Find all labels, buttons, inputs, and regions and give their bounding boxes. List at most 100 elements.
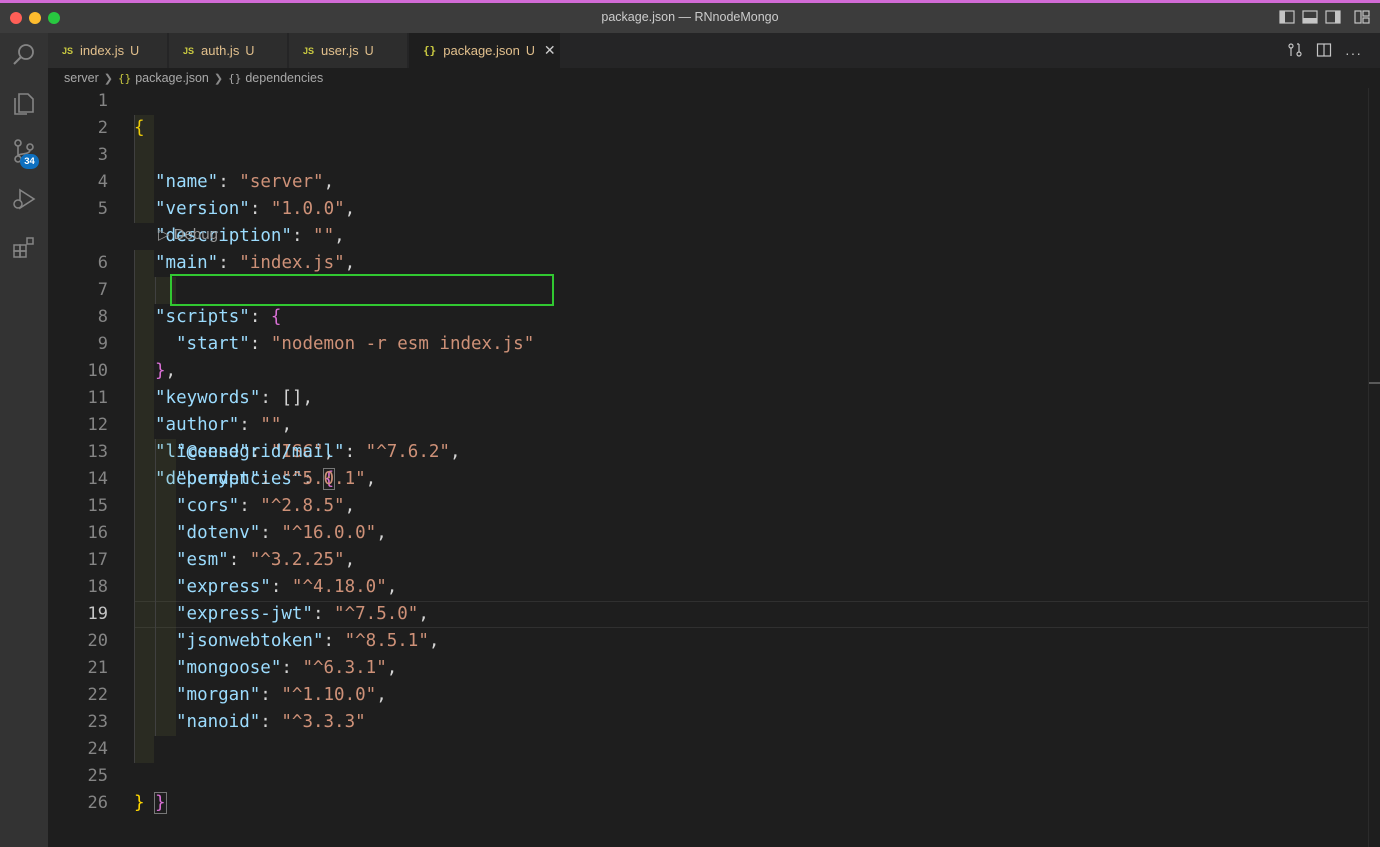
line-number: 8 — [97, 307, 108, 327]
line-number: 16 — [87, 523, 108, 543]
source-control-icon[interactable]: 34 — [0, 129, 48, 173]
dependency-version: "^7.6.2" — [365, 442, 450, 462]
highlight-box — [170, 274, 554, 306]
dependency-name: "express" — [176, 577, 271, 597]
code-line: "jsonwebtoken": "^8.5.1", — [176, 631, 440, 651]
code-line: "dotenv": "^16.0.0", — [176, 523, 387, 543]
code-line: "nanoid": "^3.3.3" — [176, 712, 366, 732]
dependency-name: "nanoid" — [176, 712, 261, 732]
dependency-line: 16 "dotenv": "^16.0.0", — [48, 520, 1368, 547]
tab-label: index.js — [80, 43, 125, 58]
play-icon: ▷ — [158, 226, 174, 243]
explorer-icon[interactable] — [0, 81, 48, 125]
vertical-scrollbar[interactable] — [1368, 88, 1380, 847]
dependency-name: "mongoose" — [176, 658, 282, 678]
dependency-name: "esm" — [176, 550, 229, 570]
line-number: 13 — [87, 442, 108, 462]
toggle-secondary-sidebar-icon[interactable] — [1325, 10, 1341, 24]
dependency-version: "^3.2.25" — [249, 550, 345, 570]
activity-bar: 34 — [0, 33, 48, 847]
dependency-line: 15 "cors": "^2.8.5", — [48, 493, 1368, 520]
object-symbol-icon: {} — [228, 71, 242, 85]
window-title: package.json — RNnodeMongo — [601, 10, 779, 24]
line-number: 9 — [97, 334, 108, 354]
untracked-status: U — [245, 43, 255, 58]
search-icon[interactable] — [0, 33, 48, 77]
dependency-version: "^7.5.0" — [334, 604, 419, 624]
dependency-line: 17 "esm": "^3.2.25", — [48, 547, 1368, 574]
tab-package-json[interactable]: {} package.json U ✕ — [409, 33, 561, 68]
source-control-badge: 34 — [20, 154, 39, 169]
line-number: 22 — [87, 685, 108, 705]
line-number: 20 — [87, 631, 108, 651]
tab-user-js[interactable]: JS user.js U — [289, 33, 408, 68]
line-number: 15 — [87, 496, 108, 516]
customize-layout-icon[interactable] — [1354, 10, 1370, 24]
dependency-line: 18 "express": "^4.18.0", — [48, 574, 1368, 601]
dependency-name: "express-jwt" — [176, 604, 313, 624]
tab-auth-js[interactable]: JS auth.js U — [169, 33, 288, 68]
line-number: 3 — [97, 145, 108, 165]
dependency-version: "^3.3.3" — [281, 712, 366, 732]
chevron-right-icon: ❯ — [213, 72, 224, 85]
line-number: 14 — [87, 469, 108, 489]
more-actions-icon[interactable]: ··· — [1345, 45, 1362, 61]
code-line: "cors": "^2.8.5", — [176, 496, 356, 516]
line-number: 25 — [87, 766, 108, 786]
code-line: "express-jwt": "^7.5.0", — [176, 604, 429, 624]
editor-tab-bar: JS index.js U JS auth.js U JS user.js U … — [48, 33, 1380, 68]
javascript-file-icon: JS — [303, 45, 315, 56]
dependency-line: 20 "jsonwebtoken": "^8.5.1", — [48, 628, 1368, 655]
code-editor[interactable]: 1 { 2 "name": "server", 3 "version": "1.… — [48, 88, 1368, 847]
split-editor-icon[interactable] — [1316, 42, 1332, 63]
run-debug-icon[interactable] — [0, 177, 48, 221]
breadcrumb-folder[interactable]: server — [64, 71, 99, 85]
chevron-right-icon: ❯ — [103, 72, 113, 85]
line-number: 26 — [87, 793, 108, 813]
tab-label: auth.js — [201, 43, 240, 58]
line-number: 2 — [97, 118, 108, 138]
line-number: 17 — [87, 550, 108, 570]
line-number: 4 — [97, 172, 108, 192]
dependency-version: "^5.0.1" — [281, 469, 366, 489]
codelens-label: Debug — [173, 226, 218, 243]
dependency-version: "^1.10.0" — [281, 685, 377, 705]
dependency-line: 23 "nanoid": "^3.3.3" — [48, 709, 1368, 736]
dependency-name: "bcrypt" — [176, 469, 261, 489]
extensions-icon[interactable] — [0, 225, 48, 269]
line-number: 21 — [87, 658, 108, 678]
dependency-name: "jsonwebtoken" — [176, 631, 324, 651]
toggle-primary-sidebar-icon[interactable] — [1279, 10, 1295, 24]
debug-codelens[interactable]: ▷ Debug — [158, 223, 218, 247]
line-number: 18 — [87, 577, 108, 597]
code-line: "esm": "^3.2.25", — [176, 550, 356, 570]
dependency-line: 14 "bcrypt": "^5.0.1", — [48, 466, 1368, 493]
code-line: "morgan": "^1.10.0", — [176, 685, 387, 705]
dependency-version: "^2.8.5" — [260, 496, 345, 516]
line-number: 10 — [87, 361, 108, 381]
dependency-version: "^16.0.0" — [281, 523, 377, 543]
line-number: 6 — [97, 253, 108, 273]
javascript-file-icon: JS — [183, 45, 195, 56]
tab-label: package.json — [443, 43, 520, 58]
toggle-panel-icon[interactable] — [1302, 10, 1318, 24]
line-number: 12 — [87, 415, 108, 435]
line-number: 23 — [87, 712, 108, 732]
code-line: "bcrypt": "^5.0.1", — [176, 469, 377, 489]
breadcrumb-symbol[interactable]: dependencies — [245, 71, 323, 85]
untracked-status: U — [525, 43, 535, 58]
scroll-position-marker — [1369, 382, 1380, 384]
json-file-icon: {} — [423, 44, 437, 57]
line-number: 7 — [97, 280, 108, 300]
open-changes-icon[interactable] — [1287, 42, 1303, 63]
tab-index-js[interactable]: JS index.js U — [48, 33, 168, 68]
json-value: "" — [313, 226, 335, 246]
dependency-name: "@sendgrid/mail" — [176, 442, 345, 462]
breadcrumb-file[interactable]: package.json — [135, 71, 209, 85]
dependency-name: "dotenv" — [176, 523, 261, 543]
line-number: 24 — [87, 739, 108, 759]
dependency-name: "cors" — [176, 496, 240, 516]
close-icon[interactable]: ✕ — [544, 42, 556, 59]
dependency-line: 19 "express-jwt": "^7.5.0", — [48, 601, 1368, 628]
code-line: "@sendgrid/mail": "^7.6.2", — [176, 442, 461, 462]
